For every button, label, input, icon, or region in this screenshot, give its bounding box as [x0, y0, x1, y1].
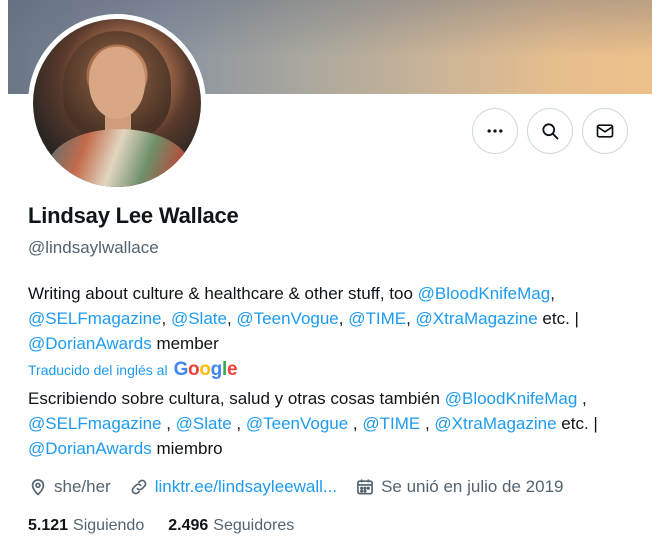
website-item[interactable]: linktr.ee/lindsayleewall...: [129, 477, 337, 497]
mention-link[interactable]: @TIME: [348, 309, 406, 328]
mention-link[interactable]: @Slate: [176, 414, 232, 433]
mention-link[interactable]: @BloodKnifeMag: [445, 389, 578, 408]
mention-link[interactable]: @XtraMagazine: [434, 414, 556, 433]
mention-link[interactable]: @Slate: [171, 309, 227, 328]
page-edge: [0, 0, 8, 550]
joined-item: Se unió en julio de 2019: [355, 477, 564, 497]
more-button[interactable]: [472, 108, 518, 154]
following-label: Siguiendo: [73, 517, 145, 534]
mention-link[interactable]: @XtraMagazine: [416, 309, 538, 328]
pronouns-item: she/her: [28, 477, 111, 497]
location-pin-icon: [31, 479, 45, 496]
avatar[interactable]: [28, 14, 206, 192]
message-button[interactable]: [582, 108, 628, 154]
followers-link[interactable]: 2.496 Seguidores: [168, 517, 294, 535]
profile-name: Lindsay Lee Wallace: [28, 203, 239, 228]
search-icon: [542, 123, 559, 140]
profile-meta: she/her linktr.ee/lindsayleewall... Se u…: [28, 477, 582, 497]
pronouns-text: she/her: [54, 477, 111, 496]
link-icon: [131, 479, 147, 495]
joined-text: Se unió en julio de 2019: [381, 477, 564, 496]
translation-label: Traducido del inglés al: [28, 362, 168, 378]
following-link[interactable]: 5.121 Siguiendo: [28, 517, 144, 535]
mention-link[interactable]: @TeenVogue: [236, 309, 338, 328]
website-link[interactable]: linktr.ee/lindsayleewall...: [155, 477, 337, 497]
google-logo: Google: [173, 359, 238, 380]
translation-notice[interactable]: Traducido del inglés al Google: [28, 359, 238, 381]
following-count: 5.121: [28, 517, 69, 534]
mention-link[interactable]: @DorianAwards: [28, 439, 152, 458]
search-button[interactable]: [527, 108, 573, 154]
follow-stats: 5.121 Siguiendo 2.496 Seguidores: [28, 517, 318, 535]
avatar-image: [33, 19, 201, 187]
mention-link[interactable]: @SELFmagazine: [28, 414, 162, 433]
calendar-icon: [357, 479, 373, 495]
mention-link[interactable]: @SELFmagazine: [28, 309, 162, 328]
mention-link[interactable]: @TeenVogue: [246, 414, 348, 433]
envelope-icon: [596, 124, 614, 138]
bio-original: Writing about culture & healthcare & oth…: [28, 284, 579, 353]
mention-link[interactable]: @DorianAwards: [28, 334, 152, 353]
mention-link[interactable]: @TIME: [362, 414, 420, 433]
more-horizontal-icon: [487, 129, 503, 133]
followers-count: 2.496: [168, 517, 209, 534]
followers-label: Seguidores: [213, 517, 295, 534]
mention-link[interactable]: @BloodKnifeMag: [418, 284, 551, 303]
bio-translated: Escribiendo sobre cultura, salud y otras…: [28, 389, 598, 458]
profile-handle: @lindsaylwallace: [28, 238, 159, 257]
